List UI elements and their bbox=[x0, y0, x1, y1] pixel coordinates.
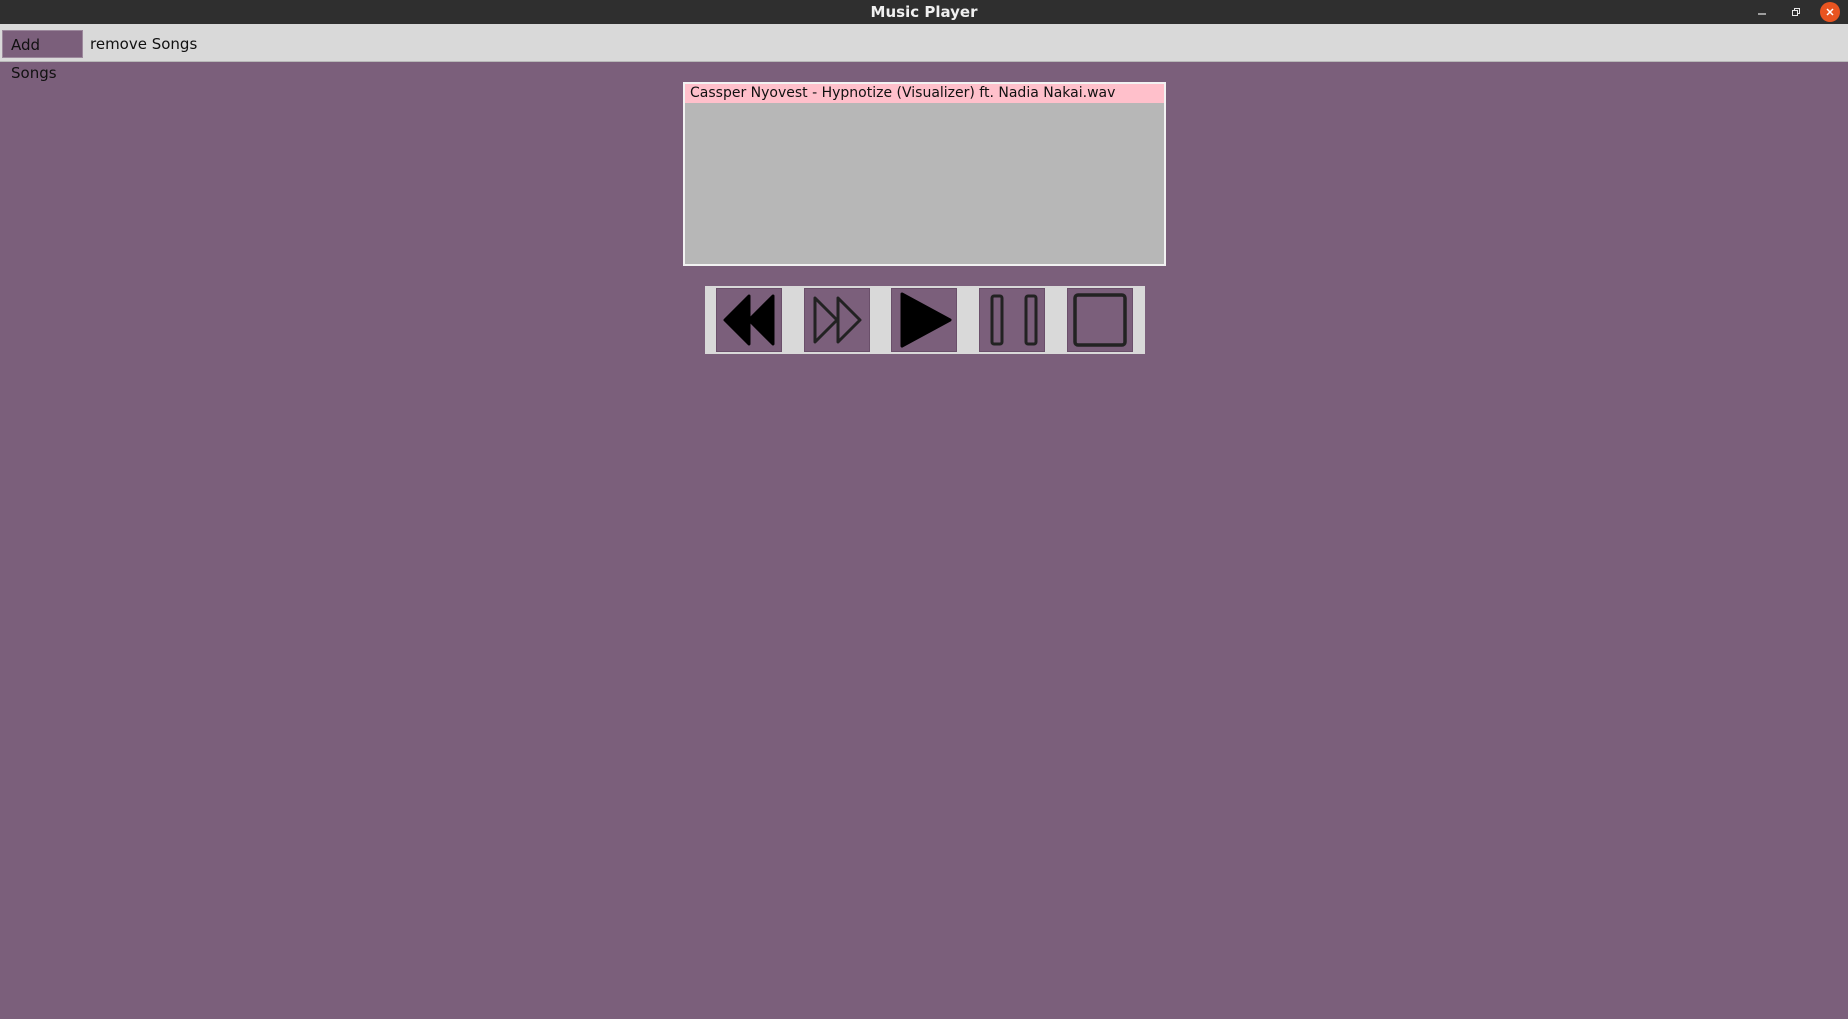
menu-add-songs[interactable]: Add Songs bbox=[2, 30, 83, 82]
pause-icon bbox=[990, 294, 1038, 346]
playlist-item[interactable]: Cassper Nyovest - Hypnotize (Visualizer)… bbox=[685, 84, 1164, 103]
previous-button[interactable] bbox=[716, 288, 782, 352]
play-icon bbox=[900, 292, 952, 348]
play-button[interactable] bbox=[891, 288, 957, 352]
restore-icon bbox=[1792, 8, 1800, 16]
next-button[interactable] bbox=[804, 288, 870, 352]
window-title: Music Player bbox=[870, 3, 978, 21]
player-controls bbox=[705, 286, 1145, 354]
stop-icon bbox=[1073, 293, 1127, 347]
menu-remove-songs[interactable]: remove Songs bbox=[82, 30, 205, 58]
minimize-button[interactable] bbox=[1752, 2, 1772, 22]
close-button[interactable] bbox=[1820, 2, 1840, 22]
rewind-icon bbox=[723, 294, 775, 346]
music-player-window: Music Player Add Songs remove Songs Cass… bbox=[0, 0, 1848, 1019]
playlist-box[interactable]: Cassper Nyovest - Hypnotize (Visualizer)… bbox=[683, 82, 1166, 266]
minimize-icon bbox=[1758, 13, 1766, 15]
stop-button[interactable] bbox=[1067, 288, 1133, 352]
restore-button[interactable] bbox=[1786, 2, 1806, 22]
menu-bar: Add Songs remove Songs bbox=[0, 24, 1848, 82]
close-icon bbox=[1826, 8, 1834, 16]
fast-forward-icon bbox=[813, 296, 862, 344]
title-bar[interactable]: Music Player bbox=[0, 0, 1848, 24]
pause-button[interactable] bbox=[979, 288, 1045, 352]
